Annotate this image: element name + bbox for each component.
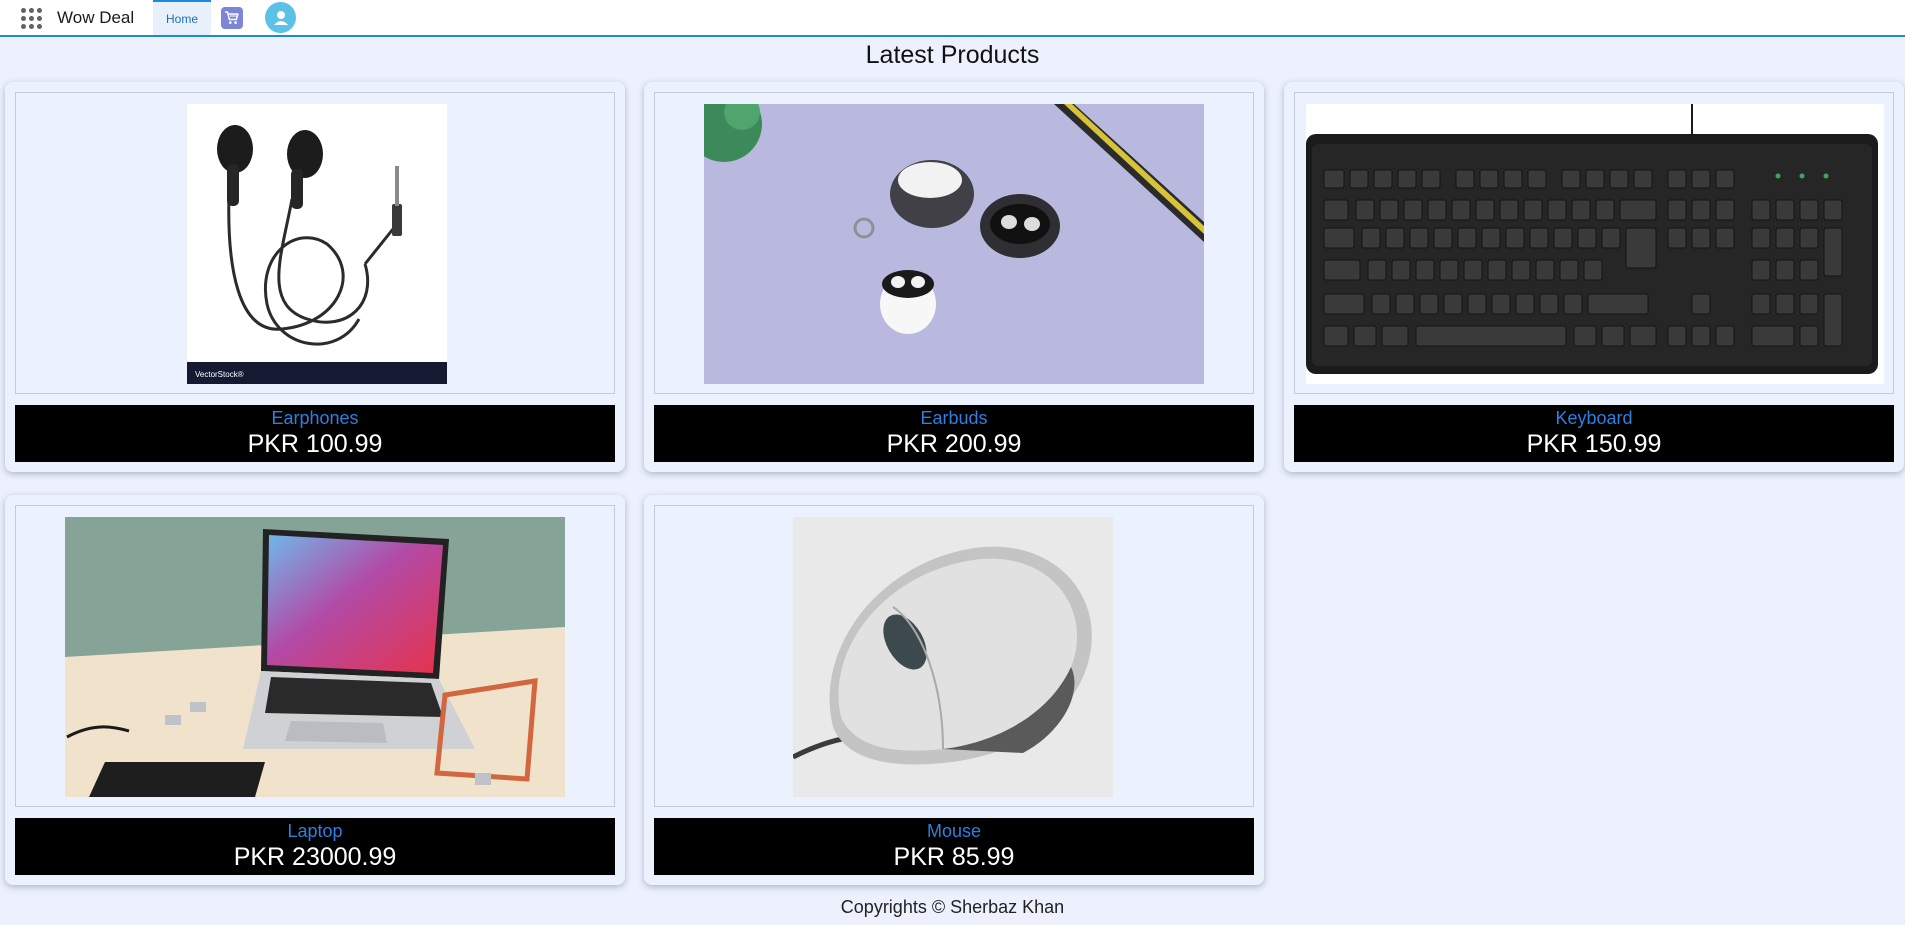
- footer-copyright: Copyrights © Sherbaz Khan: [840, 897, 1065, 917]
- product-info-bar: Laptop PKR 23000.99: [15, 818, 615, 875]
- product-card-laptop[interactable]: Laptop PKR 23000.99: [5, 495, 625, 885]
- app-launcher-icon[interactable]: [21, 8, 42, 29]
- user-icon: [273, 10, 288, 25]
- page-title: Latest Products: [865, 41, 1040, 69]
- product-price: PKR 85.99: [893, 843, 1015, 871]
- cart-button[interactable]: [221, 7, 243, 29]
- mouse-image: [793, 517, 1113, 797]
- watermark: VectorStock®: [195, 370, 244, 379]
- product-info-bar: Mouse PKR 85.99: [654, 818, 1254, 875]
- product-image-frame: [1294, 92, 1894, 394]
- earbuds-image: [704, 104, 1204, 384]
- product-image-frame: VectorStock®: [15, 92, 615, 394]
- keyboard-image: [1306, 104, 1884, 384]
- product-image-frame: [654, 92, 1254, 394]
- product-image-frame: [15, 505, 615, 807]
- product-price: PKR 23000.99: [233, 843, 397, 871]
- product-card-earphones[interactable]: VectorStock® Earphones PKR 100.99: [5, 82, 625, 472]
- laptop-image: [65, 517, 565, 797]
- earphones-image: VectorStock®: [187, 104, 447, 384]
- top-navigation-bar: Wow Deal Home: [0, 0, 1905, 37]
- product-price: PKR 200.99: [886, 430, 1022, 458]
- product-info-bar: Earbuds PKR 200.99: [654, 405, 1254, 462]
- product-info-bar: Earphones PKR 100.99: [15, 405, 615, 462]
- product-name[interactable]: Laptop: [15, 818, 615, 842]
- product-price: PKR 100.99: [247, 430, 383, 458]
- product-card-mouse[interactable]: Mouse PKR 85.99: [644, 495, 1264, 885]
- product-card-earbuds[interactable]: Earbuds PKR 200.99: [644, 82, 1264, 472]
- cart-icon: [225, 11, 239, 24]
- tab-home[interactable]: Home: [153, 0, 211, 35]
- product-price: PKR 150.99: [1526, 430, 1662, 458]
- product-card-keyboard[interactable]: Keyboard PKR 150.99: [1284, 82, 1904, 472]
- product-name[interactable]: Earphones: [15, 405, 615, 429]
- product-image-frame: [654, 505, 1254, 807]
- product-name[interactable]: Mouse: [654, 818, 1254, 842]
- product-name[interactable]: Earbuds: [654, 405, 1254, 429]
- user-avatar-button[interactable]: [265, 2, 296, 33]
- product-name[interactable]: Keyboard: [1294, 405, 1894, 429]
- app-title[interactable]: Wow Deal: [57, 8, 134, 28]
- product-info-bar: Keyboard PKR 150.99: [1294, 405, 1894, 462]
